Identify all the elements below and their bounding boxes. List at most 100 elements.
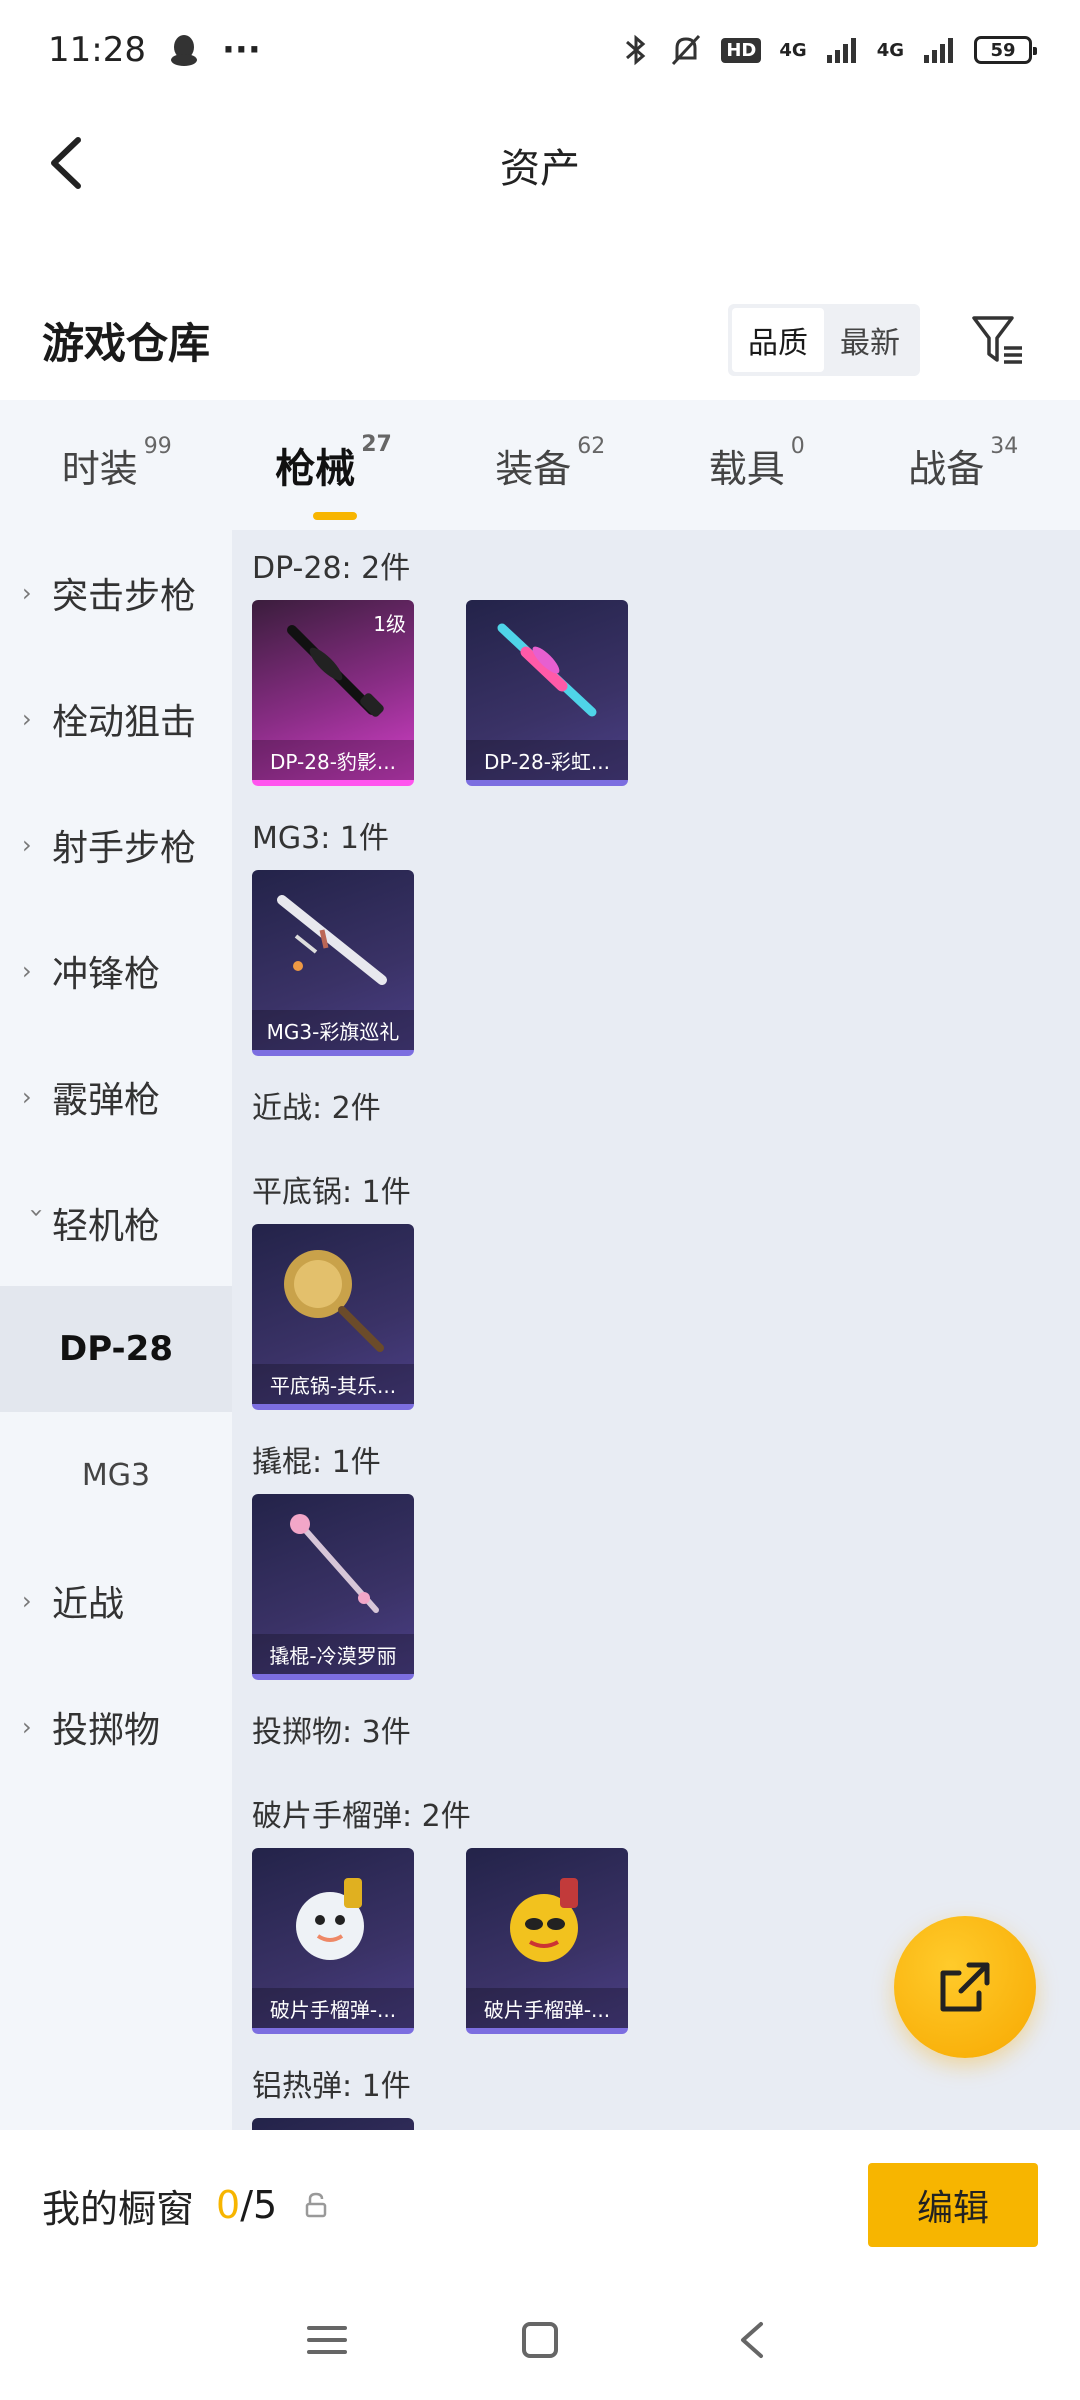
signal-bars-icon <box>826 38 856 63</box>
share-button[interactable] <box>894 1916 1036 2058</box>
category-tabs: 时装 99 枪械 27 装备 62 载具 0 战备 34 <box>0 400 1080 530</box>
back-icon[interactable] <box>731 2318 775 2362</box>
edit-button[interactable]: 编辑 <box>868 2163 1038 2247</box>
tab-fashion[interactable]: 时装 99 <box>61 434 172 493</box>
section-title: 破片手榴弹: 2件 <box>252 1799 471 1834</box>
skin-card[interactable]: 撬棍-冷漠罗丽 <box>252 1494 414 1680</box>
chevron-right-icon: › <box>22 1587 32 1615</box>
chevron-right-icon: › <box>22 1083 32 1111</box>
bell-muted-icon <box>672 34 701 66</box>
sidebar-subitem-dp28[interactable]: DP-28 <box>0 1286 232 1412</box>
chevron-right-icon: › <box>22 579 32 607</box>
card-row: 1级 DP-28-豹影... DP-28-彩虹... <box>252 600 1080 786</box>
active-tab-indicator <box>313 512 358 520</box>
skin-card[interactable]: 平底锅-其乐... <box>252 1224 414 1410</box>
tab-supplies[interactable]: 战备 34 <box>908 434 1018 493</box>
showcase-title: 我的橱窗 <box>42 2186 195 2231</box>
sort-quality-button[interactable]: 品质 <box>732 308 824 372</box>
sidebar-item-label: 突击步枪 <box>52 576 197 617</box>
card-row: MG3-彩旗巡礼 <box>252 870 1080 1056</box>
card-row <box>252 2118 1080 2130</box>
tab-count: 27 <box>361 432 392 457</box>
system-nav-bar <box>0 2280 1080 2400</box>
chevron-down-icon: › <box>23 1208 51 1218</box>
bluetooth-icon <box>626 34 646 66</box>
skin-name: DP-28-豹影... <box>252 740 414 780</box>
skin-card[interactable] <box>252 2118 414 2130</box>
rifle-image <box>497 623 597 717</box>
sidebar-item-label: 冲锋枪 <box>52 954 161 995</box>
skin-card[interactable]: 破片手榴弹-... <box>466 1848 628 2034</box>
card-row: 平底锅-其乐... <box>252 1224 1080 1410</box>
skin-name: 破片手榴弹-... <box>466 1988 628 2028</box>
qq-penguin-icon <box>170 35 197 66</box>
sidebar-item-label: 近战 <box>52 1584 125 1625</box>
sidebar-item-bolt-sniper[interactable]: › 栓动狙击 <box>0 656 232 782</box>
sort-newest-button[interactable]: 最新 <box>824 308 916 372</box>
sidebar-subitem-mg3[interactable]: MG3 <box>0 1412 232 1538</box>
section-title: 平底锅: 1件 <box>252 1175 411 1210</box>
back-arrow-icon[interactable] <box>36 128 106 198</box>
sidebar-item-label: 轻机枪 <box>52 1206 161 1247</box>
tab-label: 装备 <box>495 446 572 491</box>
section-title: 近战: 2件 <box>252 1091 381 1126</box>
sidebar-item-smg[interactable]: › 冲锋枪 <box>0 908 232 1034</box>
skin-card[interactable]: 1级 DP-28-豹影... <box>252 600 414 786</box>
tab-label: 载具 <box>708 446 785 491</box>
chevron-right-icon: › <box>22 705 32 733</box>
tab-guns[interactable]: 枪械 27 <box>275 432 392 520</box>
home-icon[interactable] <box>518 2318 562 2362</box>
menu-icon[interactable] <box>305 2320 349 2360</box>
skin-name: 撬棍-冷漠罗丽 <box>252 1634 414 1674</box>
battery-icon: 59 <box>974 36 1037 64</box>
machine-gun-image <box>277 895 387 985</box>
lock-icon <box>305 2192 327 2218</box>
item-list: DP-28: 2件 1级 DP-28-豹影... DP-28-彩虹... MG3… <box>232 530 1080 2130</box>
card-row: 撬棍-冷漠罗丽 <box>252 1494 1080 1680</box>
crowbar-image <box>290 1514 379 1613</box>
section-title: MG3: 1件 <box>252 821 389 856</box>
showcase-bar: 我的橱窗 0/5 编辑 <box>0 2130 1080 2280</box>
showcase-count: 0/5 <box>216 2183 277 2227</box>
skin-card[interactable]: DP-28-彩虹... <box>466 600 628 786</box>
sidebar-item-marksman-rifle[interactable]: › 射手步枪 <box>0 782 232 908</box>
chevron-right-icon: › <box>22 831 32 859</box>
tab-label: 时装 <box>61 446 138 491</box>
hd-voice-icon: HD <box>721 37 762 63</box>
tab-label: 战备 <box>908 446 985 491</box>
sidebar-item-label: 投掷物 <box>52 1710 161 1751</box>
section-title: DP-28: 2件 <box>252 551 411 586</box>
tab-label: 枪械 <box>275 446 356 492</box>
tab-count: 0 <box>790 433 805 459</box>
weapon-category-sidebar: › 突击步枪 › 栓动狙击 › 射手步枪 › 冲锋枪 › 霰弹枪 › 轻机枪 D… <box>0 530 232 2130</box>
skin-name: 破片手榴弹-... <box>252 1988 414 2028</box>
status-bar: 11:28 ··· HD 4G 4G 59 <box>0 0 1080 100</box>
tab-equipment[interactable]: 装备 62 <box>495 434 605 493</box>
sidebar-item-lmg[interactable]: › 轻机枪 <box>0 1160 232 1286</box>
sidebar-item-melee[interactable]: › 近战 <box>0 1538 232 1664</box>
filter-icon[interactable] <box>968 310 1028 370</box>
signal-bars-icon <box>924 38 953 63</box>
external-link-icon <box>940 1962 990 2012</box>
tab-vehicles[interactable]: 载具 0 <box>708 434 805 493</box>
chevron-right-icon: › <box>22 1713 32 1741</box>
chevron-right-icon: › <box>22 957 32 985</box>
skin-card[interactable]: 破片手榴弹-... <box>252 1848 414 2034</box>
signal-label-2: 4G <box>876 39 904 61</box>
tab-count: 62 <box>577 433 606 459</box>
status-more: ··· <box>221 30 261 70</box>
showcase-used: 0 <box>216 2183 241 2227</box>
skin-name: MG3-彩旗巡礼 <box>252 1010 414 1050</box>
sidebar-item-shotgun[interactable]: › 霰弹枪 <box>0 1034 232 1160</box>
skin-card[interactable]: MG3-彩旗巡礼 <box>252 870 414 1056</box>
warehouse-title: 游戏仓库 <box>42 318 211 368</box>
grenade-image <box>296 1878 364 1960</box>
section-title: 投掷物: 3件 <box>252 1715 411 1750</box>
signal-label-1: 4G <box>779 39 807 61</box>
pan-image <box>284 1250 384 1352</box>
skin-name: 平底锅-其乐... <box>252 1364 414 1404</box>
sidebar-item-assault-rifle[interactable]: › 突击步枪 <box>0 530 232 656</box>
tab-count: 99 <box>143 433 172 459</box>
sidebar-item-throwables[interactable]: › 投掷物 <box>0 1664 232 1790</box>
skin-name: DP-28-彩虹... <box>466 740 628 780</box>
